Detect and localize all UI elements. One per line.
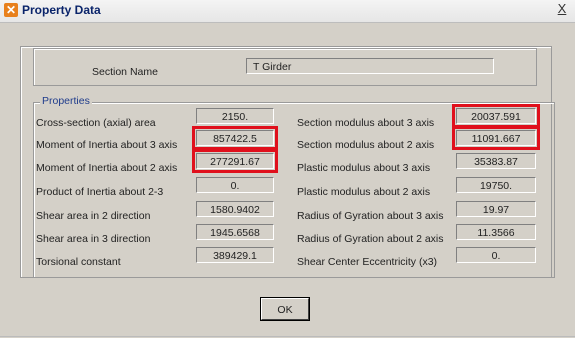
property-value: 19.97 [456,201,536,217]
window-title: Property Data [22,3,101,17]
property-value: 35383.87 [456,153,536,169]
property-value-highlighted: 20037.591 [452,104,540,128]
property-label: Plastic modulus about 2 axis [297,186,431,198]
ok-button[interactable]: OK [261,298,309,320]
property-label: Moment of Inertia about 2 axis [36,162,178,174]
section-name-label: Section Name [92,66,158,78]
property-label: Product of Inertia about 2-3 [36,186,164,198]
property-label: Radius of Gyration about 3 axis [297,210,444,222]
property-value: 1945.6568 [196,224,274,240]
property-value-highlighted: 11091.667 [452,126,540,150]
property-label: Section modulus about 2 axis [297,139,435,151]
property-label: Shear area in 3 direction [36,233,151,245]
property-value: 19750. [456,177,536,193]
property-label: Plastic modulus about 3 axis [297,162,431,174]
property-label: Cross-section (axial) area [36,117,156,129]
property-label: Shear area in 2 direction [36,210,151,222]
divider [0,336,575,337]
property-label: Shear Center Eccentricity (x3) [297,256,438,268]
property-value: 2150. [196,108,274,124]
property-value: 0. [456,247,536,263]
property-value-highlighted: 277291.67 [192,149,278,173]
properties-group-label: Properties [40,95,92,107]
close-button[interactable]: X [555,1,569,17]
property-value: 0. [196,177,274,193]
property-label: Torsional constant [36,256,121,268]
title-bar: ✕ Property Data X [0,0,575,23]
property-label: Section modulus about 3 axis [297,117,435,129]
property-label: Moment of Inertia about 3 axis [36,139,178,151]
section-name-field[interactable]: T Girder [246,58,494,74]
property-value-highlighted: 857422.5 [192,126,278,150]
property-label: Radius of Gyration about 2 axis [297,233,444,245]
property-value: 1580.9402 [196,201,274,217]
app-icon: ✕ [4,3,18,17]
property-value: 389429.1 [196,247,274,263]
property-value: 11.3566 [456,224,536,240]
